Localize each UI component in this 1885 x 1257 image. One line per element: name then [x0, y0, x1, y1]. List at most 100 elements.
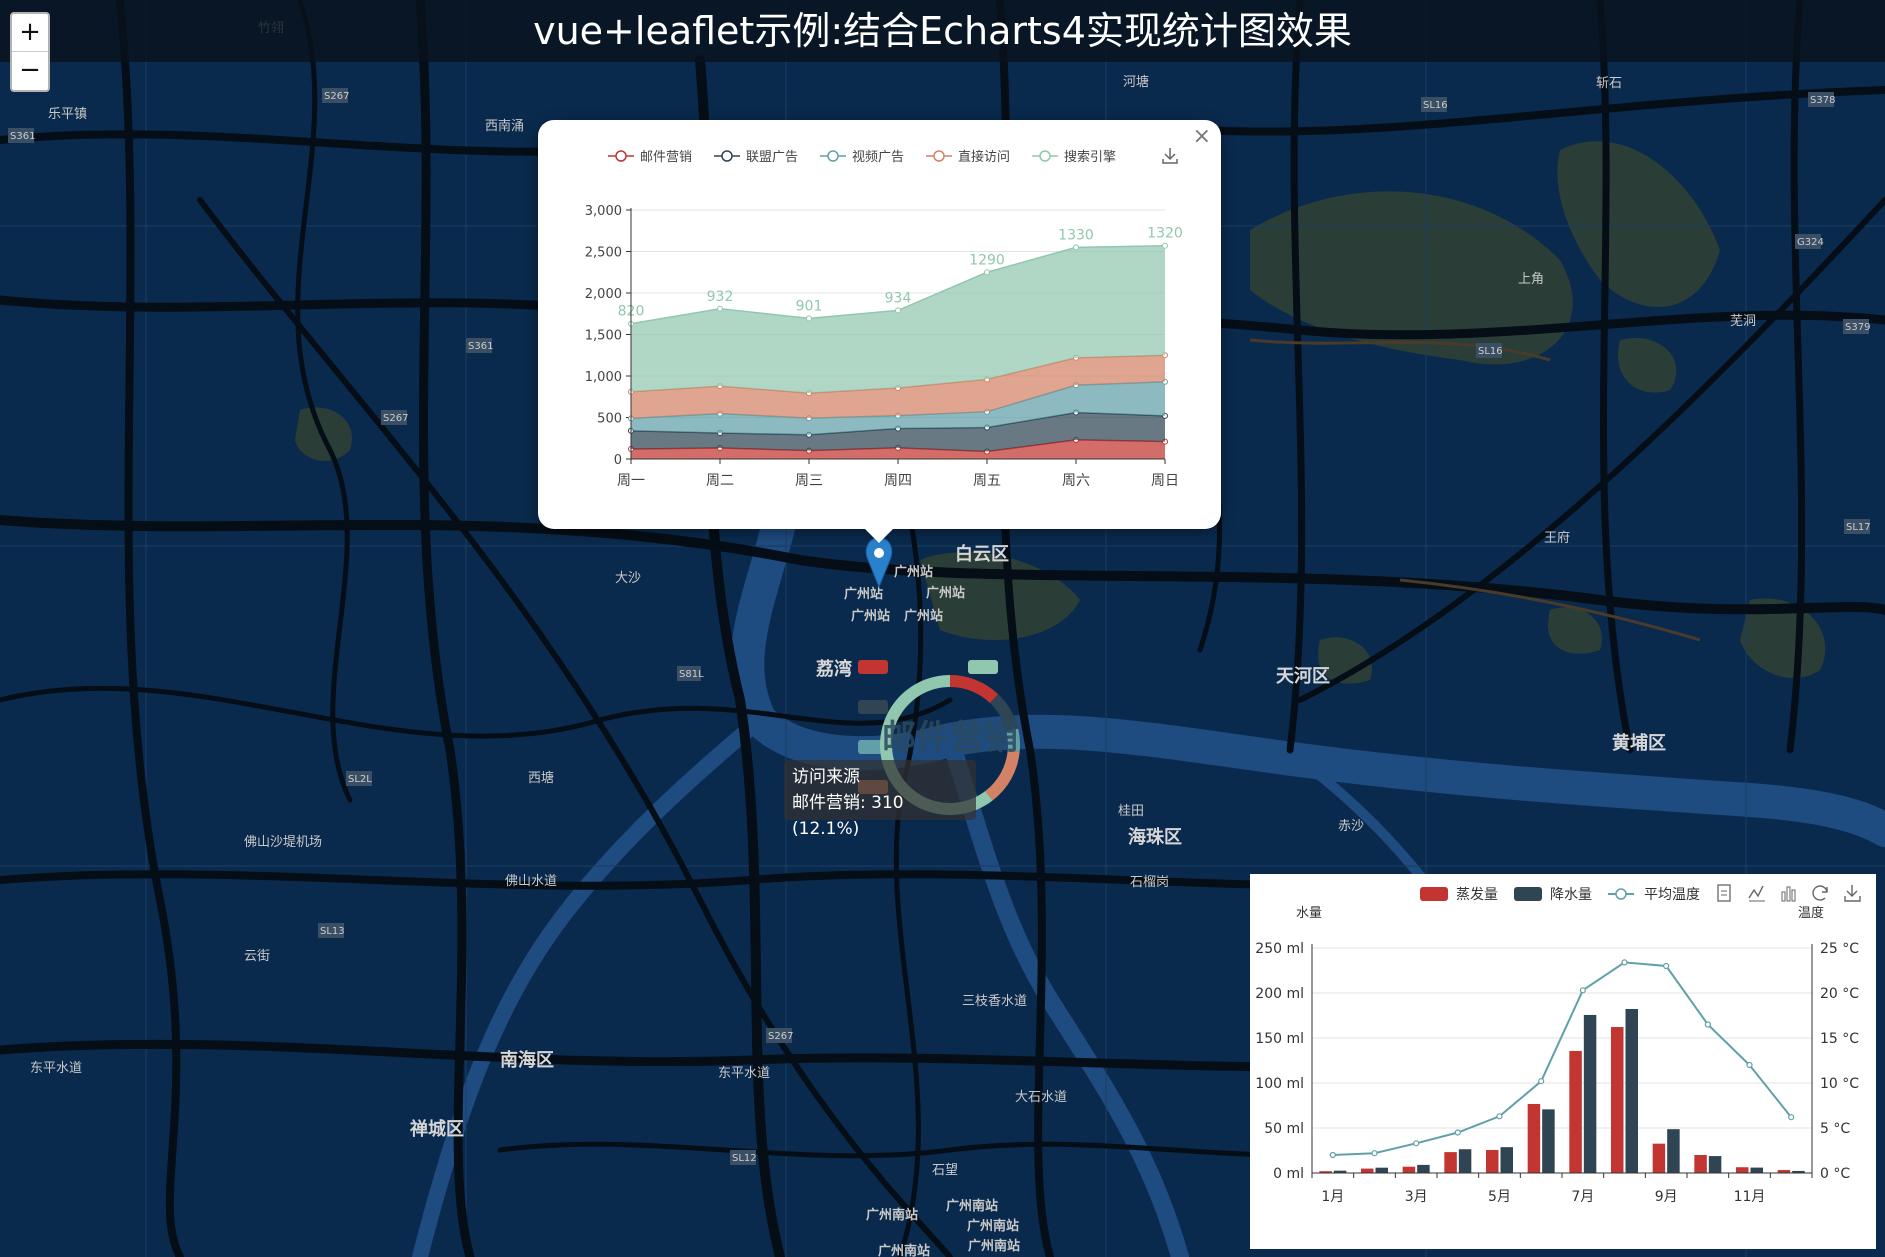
legend-marker [1039, 150, 1051, 162]
bar[interactable] [1527, 1103, 1541, 1173]
svg-text:乐平镇: 乐平镇 [48, 107, 87, 122]
bar[interactable] [1750, 1167, 1764, 1173]
svg-text:SL12: SL12 [732, 1153, 757, 1164]
y-left-tick-label: 250 ml [1255, 941, 1304, 957]
pie-legend-chip[interactable] [858, 700, 888, 714]
bar[interactable] [1375, 1167, 1389, 1173]
bar[interactable] [1611, 1027, 1624, 1173]
legend-label[interactable]: 降水量 [1550, 887, 1592, 903]
x-tick-label: 3月 [1405, 1189, 1428, 1205]
bar[interactable] [1708, 1156, 1722, 1173]
bar[interactable] [1694, 1155, 1707, 1173]
svg-text:石望: 石望 [932, 1162, 958, 1178]
bar[interactable] [1652, 1143, 1666, 1173]
svg-text:赤沙: 赤沙 [1338, 819, 1364, 834]
svg-text:广州南站: 广州南站 [878, 1243, 930, 1257]
data-label: 932 [707, 289, 734, 305]
bar[interactable] [1736, 1167, 1749, 1173]
bar[interactable] [1542, 1109, 1555, 1173]
svg-text:广州站: 广州站 [904, 608, 943, 624]
data-point[interactable] [984, 269, 990, 276]
area-legend: 邮件营销 联盟广告 视频广告 直接访问 搜索引擎 [608, 149, 1116, 165]
data-point[interactable] [806, 315, 812, 322]
svg-text:S378: S378 [1810, 95, 1835, 106]
line-point[interactable] [1704, 1021, 1711, 1028]
legend-label[interactable]: 邮件营销 [640, 150, 692, 165]
data-point[interactable] [1162, 242, 1168, 249]
x-tick-label: 周二 [706, 473, 734, 489]
line-point[interactable] [1454, 1129, 1461, 1136]
line-point[interactable] [1663, 962, 1670, 970]
legend-marker [933, 150, 945, 162]
x-tick-label: 7月 [1571, 1189, 1594, 1205]
svg-text:佛山水道: 佛山水道 [505, 874, 557, 889]
bar[interactable] [1402, 1166, 1416, 1173]
x-tick-label: 11月 [1734, 1189, 1766, 1205]
label-baiyun: 白云区 [955, 543, 1009, 565]
label-huangpu: 黄埔区 [1612, 732, 1666, 754]
zoom-in-button[interactable]: + [12, 14, 48, 52]
svg-text:广州南站: 广州南站 [968, 1238, 1020, 1254]
svg-text:S379: S379 [1845, 322, 1870, 333]
restore-icon[interactable] [1812, 885, 1828, 901]
svg-text:广州南站: 广州南站 [946, 1198, 998, 1214]
legend-label[interactable]: 视频广告 [852, 150, 904, 165]
download-icon[interactable] [1162, 148, 1178, 164]
pie-legend-chip[interactable] [968, 660, 998, 674]
bar-chart-icon[interactable] [1781, 886, 1796, 902]
line-point[interactable] [1746, 1061, 1753, 1069]
legend-label[interactable]: 平均温度 [1644, 887, 1700, 903]
bar[interactable] [1486, 1149, 1499, 1173]
data-point[interactable] [1073, 244, 1079, 251]
bar-plot: 水量 温度 0 ml 50 ml 100 ml 150 ml 200 ml 250 ml 0 °… [1255, 905, 1859, 1205]
legend-label[interactable]: 联盟广告 [746, 150, 798, 165]
svg-text:芜洞: 芜洞 [1730, 314, 1756, 329]
bar[interactable] [1625, 1009, 1639, 1173]
line-point[interactable] [1329, 1151, 1336, 1159]
data-point[interactable] [717, 305, 723, 312]
area-chart[interactable]: 邮件营销 联盟广告 视频广告 直接访问 搜索引擎 0 500 1,000 1,500 2,000… [538, 120, 1221, 529]
pie-slice[interactable] [950, 675, 999, 703]
line-point[interactable] [1788, 1114, 1795, 1121]
data-label: 934 [885, 290, 912, 306]
bar[interactable] [1667, 1129, 1680, 1173]
svg-text:大石水道: 大石水道 [1015, 1090, 1067, 1105]
legend-label[interactable]: 搜索引擎 [1064, 150, 1116, 165]
zoom-out-button[interactable]: − [12, 52, 48, 89]
line-point[interactable] [1413, 1140, 1420, 1147]
x-tick-label: 周三 [795, 473, 823, 489]
bar[interactable] [1500, 1147, 1514, 1173]
bar[interactable] [1583, 1014, 1597, 1173]
line-point[interactable] [1371, 1150, 1378, 1157]
download-icon[interactable] [1844, 885, 1861, 902]
y-left-tick-label: 50 ml [1264, 1121, 1304, 1137]
legend-label[interactable]: 直接访问 [958, 149, 1010, 165]
bar[interactable] [1458, 1149, 1472, 1173]
bar-line-chart[interactable]: 蒸发量 降水量 平均温度 水量 温度 0 ml 50 ml 100 ml 150 ml 200 … [1250, 874, 1876, 1249]
legend-label[interactable]: 蒸发量 [1456, 887, 1498, 903]
svg-text:SL2L: SL2L [348, 774, 372, 785]
line-point[interactable] [1621, 959, 1628, 966]
svg-text:广州站: 广州站 [844, 586, 883, 602]
x-tick-label: 周日 [1151, 473, 1179, 489]
line-point[interactable] [1579, 987, 1586, 994]
pie-legend-chip[interactable] [858, 660, 888, 674]
line-chart-icon[interactable] [1748, 885, 1765, 902]
bar[interactable] [1361, 1168, 1374, 1173]
label-tianhe: 天河区 [1276, 666, 1330, 687]
data-point[interactable] [895, 307, 901, 314]
y-left-tick-label: 100 ml [1255, 1076, 1304, 1092]
svg-text:云街: 云街 [244, 949, 270, 964]
y-tick-label: 0 [614, 453, 622, 468]
bar[interactable] [1417, 1164, 1430, 1173]
line-point[interactable] [1538, 1078, 1545, 1085]
bar[interactable] [1444, 1152, 1457, 1173]
x-tick-label: 9月 [1655, 1189, 1678, 1205]
tooltip-value: 邮件营销: 310 (12.1%) [792, 793, 904, 839]
data-view-icon[interactable] [1717, 884, 1731, 902]
pie-center-label: 邮件营销 [882, 718, 1018, 758]
line-point[interactable] [1496, 1113, 1503, 1120]
legend-marker [615, 150, 627, 162]
bar[interactable] [1569, 1050, 1582, 1173]
legend-swatch [1514, 887, 1542, 901]
